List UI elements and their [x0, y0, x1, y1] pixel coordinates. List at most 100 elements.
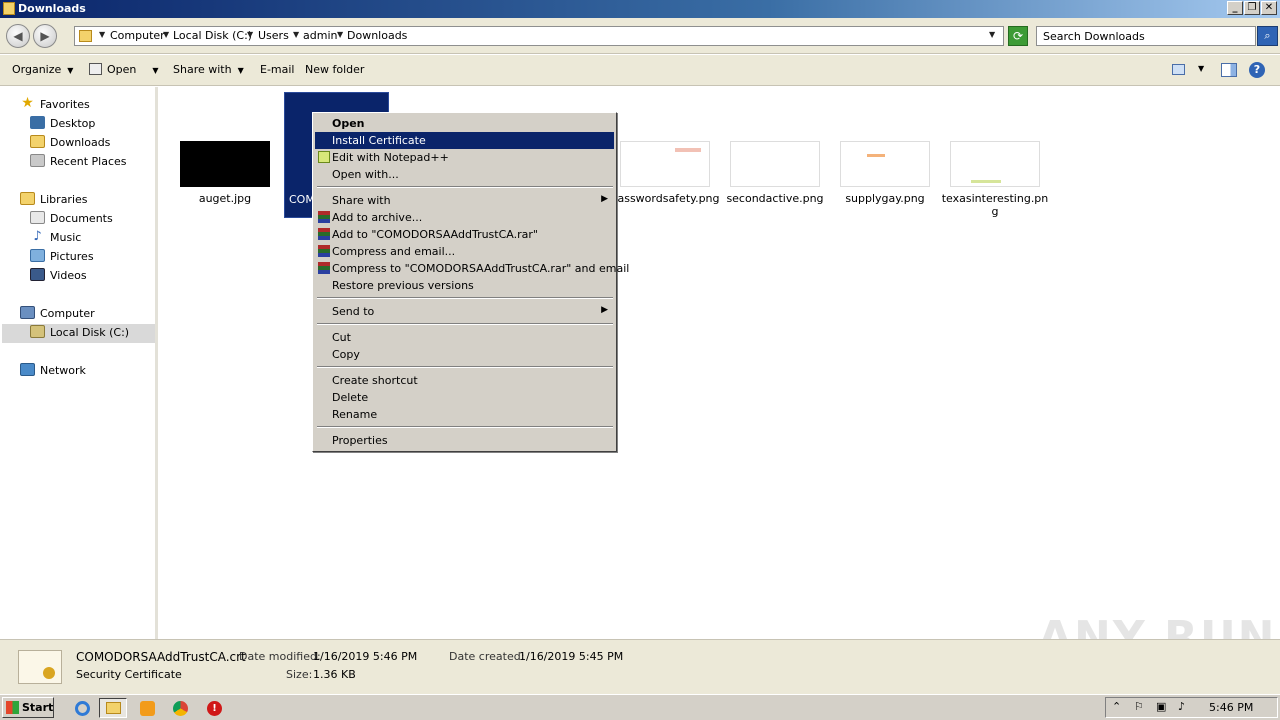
sidebar-item-music[interactable]: ♪ Music	[30, 229, 150, 248]
back-button[interactable]: ◀	[6, 24, 30, 48]
music-icon: ♪	[33, 229, 42, 244]
downloads-folder-icon	[30, 135, 45, 148]
search-icon[interactable]: ⌕	[1257, 26, 1278, 46]
menu-item-copy[interactable]: Copy	[315, 346, 614, 363]
recent-places-icon	[30, 154, 45, 167]
menu-item-install-certificate[interactable]: Install Certificate	[315, 132, 614, 149]
details-type: Security Certificate	[76, 668, 182, 681]
show-hidden-icons-icon[interactable]: ⌃	[1112, 700, 1121, 713]
menu-item-share-with[interactable]: Share with ▶	[315, 192, 614, 209]
menu-item-compress-email[interactable]: Compress and email...	[315, 243, 614, 260]
sidebar-item-network[interactable]: Network	[20, 362, 150, 381]
sidebar-item-pictures[interactable]: Pictures	[30, 248, 150, 267]
sidebar-item-videos[interactable]: Videos	[30, 267, 150, 286]
sidebar-item-downloads[interactable]: Downloads	[30, 134, 150, 153]
explorer-taskbar-icon[interactable]	[99, 698, 127, 718]
minimize-button[interactable]: _	[1227, 1, 1243, 15]
breadcrumb-downloads[interactable]: Downloads	[347, 29, 407, 42]
menu-item-open-with[interactable]: Open with...	[315, 166, 614, 183]
restore-button[interactable]: ❐	[1244, 1, 1260, 15]
menu-item-rename[interactable]: Rename	[315, 406, 614, 423]
sidebar-item-local-disk[interactable]: Local Disk (C:)	[2, 324, 155, 343]
image-thumbnail	[950, 141, 1040, 187]
share-with-button[interactable]: Share with ▼	[173, 63, 244, 76]
menu-item-open[interactable]: Open	[315, 115, 614, 132]
navigation-pane: ★ Favorites Desktop Downloads Recent Plac…	[0, 87, 158, 639]
menu-item-create-shortcut[interactable]: Create shortcut	[315, 372, 614, 389]
videos-icon	[30, 268, 45, 281]
menu-item-add-to-archive[interactable]: Add to archive...	[315, 209, 614, 226]
image-thumbnail	[180, 141, 270, 187]
media-player-icon[interactable]	[133, 698, 161, 718]
clock[interactable]: 5:46 PM	[1209, 701, 1253, 714]
help-icon[interactable]: ?	[1249, 62, 1265, 78]
breadcrumb-local-disk[interactable]: Local Disk (C:)	[173, 29, 252, 42]
network-icon	[20, 363, 35, 376]
organize-button[interactable]: Organize ▼	[12, 63, 73, 76]
file-item[interactable]: texasinteresting.png	[940, 141, 1050, 218]
start-button[interactable]: Start	[2, 697, 54, 718]
computer-icon	[20, 306, 35, 319]
new-folder-button[interactable]: New folder	[305, 63, 364, 76]
chrome-icon[interactable]	[166, 698, 194, 718]
address-dropdown[interactable]: ▼	[989, 30, 995, 39]
menu-item-properties[interactable]: Properties	[315, 432, 614, 449]
menu-item-add-to-rar[interactable]: Add to "COMODORSAAddTrustCA.rar"	[315, 226, 614, 243]
preview-pane-icon[interactable]	[1221, 63, 1237, 77]
context-menu: Open Install Certificate Edit with Notep…	[312, 112, 629, 452]
notepad-icon	[318, 151, 330, 163]
menu-separator	[317, 366, 613, 368]
breadcrumb-admin[interactable]: admin	[303, 29, 337, 42]
breadcrumb-users[interactable]: Users	[258, 29, 289, 42]
menu-item-cut[interactable]: Cut	[315, 329, 614, 346]
breadcrumb-computer[interactable]: Computer	[110, 29, 165, 42]
details-size-label: Size:	[286, 668, 313, 681]
menu-item-delete[interactable]: Delete	[315, 389, 614, 406]
sidebar-item-favorites[interactable]: ★ Favorites	[20, 96, 150, 115]
views-dropdown[interactable]: ▼	[1198, 64, 1204, 73]
close-button[interactable]: ✕	[1261, 1, 1277, 15]
volume-icon[interactable]: ♪	[1178, 700, 1185, 713]
sidebar-item-libraries[interactable]: Libraries	[20, 191, 150, 210]
open-button[interactable]: Open ▼	[89, 63, 159, 76]
pictures-icon	[30, 249, 45, 262]
file-item[interactable]: passwordsafety.png	[610, 141, 720, 205]
image-thumbnail	[730, 141, 820, 187]
views-icon[interactable]	[1172, 64, 1185, 75]
address-row: ◀ ▶ ▼ Computer ▼ Local Disk (C:) ▼ Users…	[0, 18, 1280, 54]
title-bar: Downloads _ ❐ ✕	[0, 0, 1280, 18]
forward-button[interactable]: ▶	[33, 24, 57, 48]
search-input[interactable]: Search Downloads	[1036, 26, 1256, 46]
submenu-arrow-icon: ▶	[601, 305, 608, 315]
star-icon: ★	[21, 95, 34, 111]
sidebar-item-desktop[interactable]: Desktop	[30, 115, 150, 134]
file-item[interactable]: secondactive.png	[720, 141, 830, 205]
details-date-modified: 1/16/2019 5:46 PM	[313, 650, 418, 663]
details-filename: COMODORSAAddTrustCA.crt	[76, 650, 246, 664]
menu-item-send-to[interactable]: Send to ▶	[315, 303, 614, 320]
details-date-created-label: Date created:	[449, 650, 525, 663]
sidebar-item-documents[interactable]: Documents	[30, 210, 150, 229]
submenu-arrow-icon: ▶	[601, 194, 608, 204]
menu-separator	[317, 323, 613, 325]
image-thumbnail	[840, 141, 930, 187]
action-center-flag-icon[interactable]: ⚐	[1134, 700, 1144, 713]
menu-item-edit-notepad[interactable]: Edit with Notepad++	[315, 149, 614, 166]
network-tray-icon[interactable]: ▣	[1156, 700, 1166, 713]
desktop-icon	[30, 116, 45, 129]
address-bar[interactable]: ▼ Computer ▼ Local Disk (C:) ▼ Users ▼ a…	[74, 26, 1004, 46]
stop-icon[interactable]: !	[200, 698, 228, 718]
folder-icon	[3, 2, 15, 15]
sidebar-item-recent-places[interactable]: Recent Places	[30, 153, 150, 172]
file-item[interactable]: supplygay.png	[830, 141, 940, 205]
command-bar: Organize ▼ Open ▼ Share with ▼ E-mail New f…	[0, 55, 1280, 86]
menu-item-compress-rar-email[interactable]: Compress to "COMODORSAAddTrustCA.rar" an…	[315, 260, 629, 277]
menu-item-restore-versions[interactable]: Restore previous versions	[315, 277, 614, 294]
menu-separator	[317, 297, 613, 299]
email-button[interactable]: E-mail	[260, 63, 295, 76]
details-pane: COMODORSAAddTrustCA.crt Security Certifi…	[0, 639, 1280, 694]
refresh-button[interactable]: ⟳	[1008, 26, 1028, 46]
internet-explorer-icon[interactable]	[68, 698, 96, 718]
file-item[interactable]: auget.jpg	[170, 141, 280, 205]
sidebar-item-computer[interactable]: Computer	[20, 305, 150, 324]
